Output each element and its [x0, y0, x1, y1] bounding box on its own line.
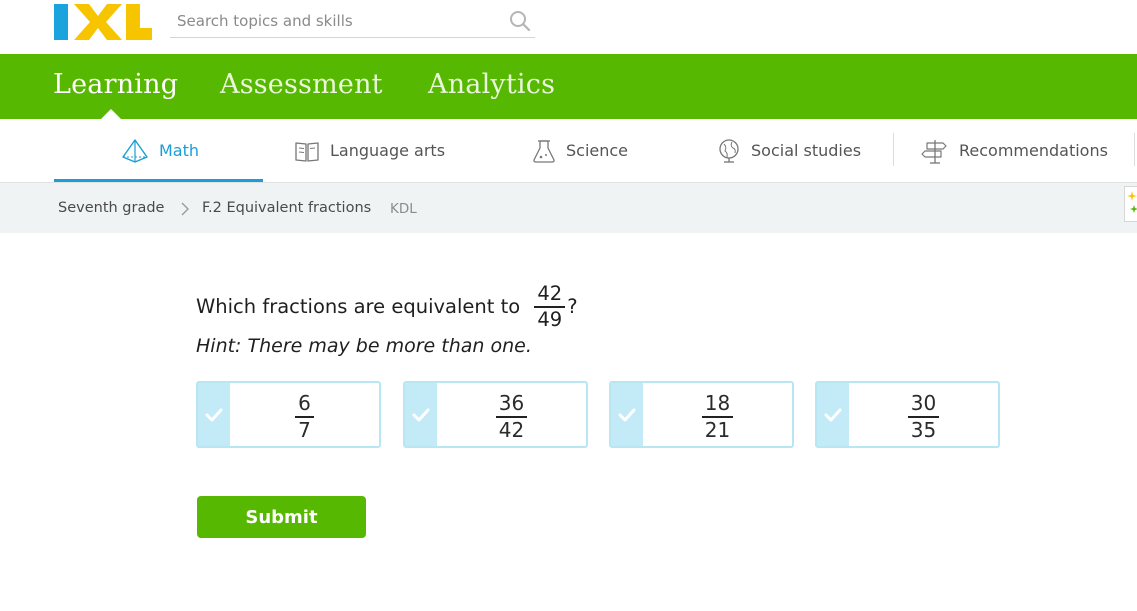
signpost-icon	[921, 139, 947, 164]
choice-checkbox[interactable]	[611, 383, 643, 446]
fraction-denominator: 49	[537, 307, 563, 331]
question-hint: Hint: There may be more than one.	[196, 335, 532, 357]
subject-tab-label: Math	[159, 141, 200, 160]
pyramid-icon	[122, 138, 148, 163]
question-text: Which fractions are equivalent to	[196, 295, 521, 319]
choice-fraction: 36 42	[495, 391, 528, 442]
fraction-numerator: 36	[498, 391, 525, 415]
tab-analytics[interactable]: Analytics	[428, 69, 555, 100]
side-panel-tab[interactable]	[1124, 186, 1137, 222]
fraction-denominator: 35	[910, 417, 937, 442]
top-header	[0, 0, 1137, 54]
search-box	[170, 6, 535, 38]
breadcrumb-skill: F.2 Equivalent fractions	[202, 200, 372, 216]
subject-tab-math[interactable]: Math	[121, 119, 199, 182]
fraction-numerator: 6	[298, 391, 311, 415]
subject-tab-science[interactable]: Science	[532, 119, 628, 182]
choice-fraction: 6 7	[295, 392, 314, 442]
submit-button[interactable]: Submit	[197, 496, 366, 538]
choice-checkbox[interactable]	[405, 383, 437, 446]
choice-checkbox[interactable]	[198, 383, 230, 446]
fraction-denominator: 7	[298, 417, 311, 442]
target-fraction: 42 49	[534, 282, 566, 331]
answer-choice[interactable]: 18 21	[609, 381, 794, 448]
search-input[interactable]	[170, 6, 507, 36]
answer-choice[interactable]: 30 35	[815, 381, 1000, 448]
main-nav: Learning Assessment Analytics	[0, 54, 1137, 119]
subject-nav-divider	[893, 133, 894, 166]
checkmark-icon	[205, 408, 223, 422]
fraction-denominator: 42	[498, 417, 525, 442]
answer-choice[interactable]: 36 42	[403, 381, 588, 448]
sparkle-icon	[1127, 191, 1137, 213]
tab-assessment[interactable]: Assessment	[220, 69, 383, 100]
subject-tab-social-studies[interactable]: Social studies	[717, 119, 861, 182]
subject-tab-label: Science	[566, 141, 629, 160]
subject-tab-language-arts[interactable]: Language arts	[294, 119, 445, 182]
checkmark-icon	[824, 408, 842, 422]
subject-tab-label: Social studies	[751, 141, 862, 160]
breadcrumb: Seventh grade F.2 Equivalent fractions K…	[0, 183, 1137, 233]
subject-tab-label: Language arts	[330, 141, 446, 160]
fraction-denominator: 21	[704, 417, 731, 442]
subject-nav-divider	[1134, 133, 1135, 166]
globe-icon	[719, 138, 739, 163]
subject-tab-recommendations[interactable]: Recommendations	[921, 119, 1108, 182]
search-icon[interactable]	[509, 10, 531, 32]
question-prompt: Which fractions are equivalent to 42 49 …	[196, 283, 578, 331]
choice-fraction: 30 35	[907, 391, 940, 442]
choice-checkbox[interactable]	[817, 383, 849, 446]
tab-learning[interactable]: Learning	[53, 69, 178, 100]
book-icon	[295, 141, 319, 162]
question-mark: ?	[567, 295, 578, 319]
chevron-right-icon	[181, 202, 189, 216]
fraction-numerator: 30	[910, 391, 937, 415]
answer-choice[interactable]: 6 7	[196, 381, 381, 448]
skill-code: KDL	[390, 201, 417, 217]
fraction-numerator: 18	[704, 391, 731, 415]
checkmark-icon	[412, 408, 430, 422]
checkmark-icon	[618, 408, 636, 422]
fraction-numerator: 42	[537, 282, 563, 305]
breadcrumb-grade[interactable]: Seventh grade	[58, 200, 164, 216]
subject-tab-label: Recommendations	[959, 141, 1108, 160]
ixl-logo[interactable]	[54, 4, 152, 40]
active-subject-underline	[54, 179, 263, 182]
subject-nav: Math Language arts Science Social studie…	[0, 119, 1137, 183]
choice-fraction: 18 21	[701, 391, 734, 442]
active-tab-pointer	[101, 109, 121, 119]
flask-icon	[533, 139, 555, 163]
